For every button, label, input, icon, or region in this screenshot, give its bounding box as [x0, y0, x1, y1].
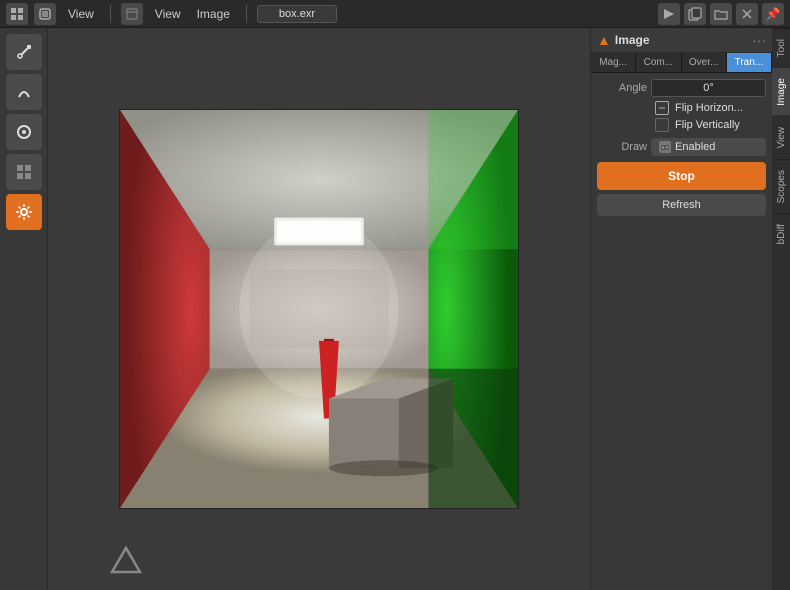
angle-value[interactable]: 0°	[651, 79, 766, 97]
right-panel: ▲ Image ··· Mag... Com... Over... Tran..…	[590, 28, 790, 590]
left-toolbar	[0, 28, 48, 590]
circle-tool[interactable]	[6, 114, 42, 150]
side-tab-view[interactable]: View	[772, 116, 790, 159]
image-header-icon: ▲	[597, 32, 611, 48]
sub-tab-com[interactable]: Com...	[636, 53, 681, 72]
sub-tab-mag[interactable]: Mag...	[591, 53, 636, 72]
editor-type-icon[interactable]	[121, 3, 143, 25]
flip-horizontal-label: Flip Horizon...	[675, 102, 743, 114]
grid-tool[interactable]	[6, 154, 42, 190]
canvas-area	[48, 28, 590, 590]
filename-display[interactable]: box.exr	[257, 5, 337, 23]
side-tab-image[interactable]: Image	[772, 67, 790, 116]
rendered-scene	[120, 110, 518, 508]
draw-status-text: Enabled	[675, 141, 715, 153]
panel-title: ▲ Image	[597, 32, 650, 48]
top-bar-right-icons: 📌	[658, 3, 784, 25]
draw-label: Draw	[597, 141, 647, 153]
flip-horizontal-checkbox[interactable]	[655, 101, 669, 115]
settings-tool[interactable]	[6, 194, 42, 230]
panel-title-text: Image	[615, 33, 650, 47]
draw-row: Draw Enabled	[597, 138, 766, 156]
right-panel-inner: ▲ Image ··· Mag... Com... Over... Tran..…	[591, 28, 790, 590]
image-menu-item[interactable]: Image	[191, 5, 236, 23]
draw-enabled-button[interactable]: Enabled	[651, 138, 766, 156]
divider2	[246, 5, 247, 23]
flip-horizontal-row: Flip Horizon...	[597, 101, 766, 115]
view-menu-item2[interactable]: View	[149, 5, 187, 23]
angle-row: Angle 0°	[597, 79, 766, 97]
folder-icon[interactable]	[710, 3, 732, 25]
top-bar: View View Image box.exr	[0, 0, 790, 28]
view-menu-item[interactable]: View	[62, 5, 100, 23]
main-layout: ▲ Image ··· Mag... Com... Over... Tran..…	[0, 28, 790, 590]
flip-vertical-checkbox[interactable]	[655, 118, 669, 132]
render-viewport[interactable]	[119, 109, 519, 509]
workspace-icon[interactable]	[6, 3, 28, 25]
sample-tool[interactable]	[6, 74, 42, 110]
side-tab-tool[interactable]: Tool	[772, 28, 790, 67]
view-menu: View	[62, 5, 100, 23]
image-properties-section: Angle 0° Flip Horizon...	[591, 73, 772, 222]
stop-button[interactable]: Stop	[597, 162, 766, 190]
view-menu2: View Image	[149, 5, 236, 23]
panel-options-icon[interactable]: ···	[752, 32, 766, 48]
side-tab-scopes[interactable]: Scopes	[772, 159, 790, 213]
stop-button-wrapper: Stop	[597, 162, 766, 190]
flip-vertical-label: Flip Vertically	[675, 119, 740, 131]
sub-tabs-bar: Mag... Com... Over... Tran...	[591, 53, 772, 73]
sub-tab-over[interactable]: Over...	[682, 53, 727, 72]
eyedropper-tool[interactable]	[6, 34, 42, 70]
blender-logo	[108, 544, 144, 580]
angle-label: Angle	[597, 82, 647, 94]
side-tab-bdiff[interactable]: bDiff	[772, 213, 790, 254]
copy-icon[interactable]	[684, 3, 706, 25]
panel-header: ▲ Image ···	[591, 28, 772, 53]
pin-icon[interactable]: 📌	[762, 3, 784, 25]
flip-vertical-row: Flip Vertically	[597, 118, 766, 132]
divider1	[110, 5, 111, 23]
panel-content-area: ▲ Image ··· Mag... Com... Over... Tran..…	[591, 28, 772, 590]
render-icon[interactable]	[658, 3, 680, 25]
draw-icon	[659, 141, 671, 153]
vertical-side-tabs: Tool Image View Scopes bDiff	[772, 28, 790, 590]
close-icon[interactable]	[736, 3, 758, 25]
refresh-button[interactable]: Refresh	[597, 194, 766, 216]
sub-tab-tran[interactable]: Tran...	[727, 53, 772, 72]
mode-icon[interactable]	[34, 3, 56, 25]
